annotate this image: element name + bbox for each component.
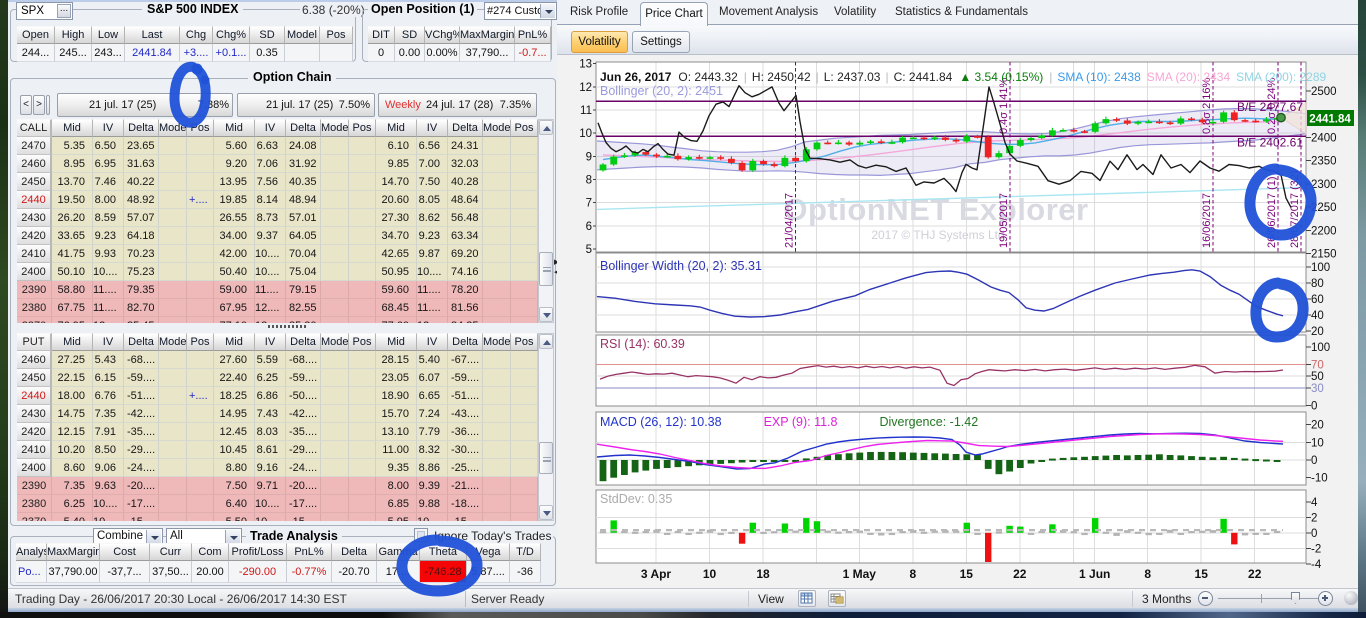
svg-text:18: 18 [756,567,770,581]
svg-text:0: 0 [1311,455,1317,467]
svg-text:30: 30 [1311,383,1324,395]
svg-text:-4: -4 [1311,559,1322,571]
svg-text:4: 4 [1311,497,1318,509]
svg-text:Bollinger (20, 2): 2451: Bollinger (20, 2): 2451 [600,84,723,98]
svg-text:0: 0 [1311,528,1317,540]
svg-text:OptionNET Explorer: OptionNET Explorer [783,192,1088,227]
svg-text:21/04/2017: 21/04/2017 [784,193,796,248]
svg-text:-10: -10 [1311,473,1328,485]
svg-text:0: 0 [1311,401,1317,413]
svg-text:70: 70 [1311,359,1324,371]
svg-text:1 May: 1 May [843,567,877,581]
svg-text:2400: 2400 [1311,132,1337,144]
svg-text:MACD (26, 12): 10.38EXP (9): 1: MACD (26, 12): 10.38EXP (9): 11.8Diverge… [600,415,978,429]
svg-text:26/06/2017 (1): 26/06/2017 (1) [1266,176,1278,248]
svg-text:100: 100 [1311,342,1330,354]
svg-text:StdDev: 0.35: StdDev: 0.35 [600,492,672,506]
svg-text:9: 9 [586,151,592,163]
svg-text:2300: 2300 [1311,179,1337,191]
svg-text:80: 80 [1311,278,1324,290]
svg-text:RSI (14): 60.39: RSI (14): 60.39 [600,337,685,351]
svg-text:1 Jun: 1 Jun [1079,567,1110,581]
svg-text:20: 20 [1311,420,1324,432]
svg-text:2017 © THJ Systems Ltd: 2017 © THJ Systems Ltd [871,228,1004,242]
svg-text:13: 13 [579,59,592,71]
svg-text:100: 100 [1311,262,1330,274]
svg-text:2350: 2350 [1311,156,1337,168]
svg-text:60: 60 [1311,294,1324,306]
svg-text:2: 2 [1311,512,1317,524]
svg-text:19/05/2017: 19/05/2017 [998,193,1010,248]
svg-text:Bollinger Width (20, 2): 35.31: Bollinger Width (20, 2): 35.31 [600,259,762,273]
svg-text:16/06/2017: 16/06/2017 [1201,193,1213,248]
svg-text:22: 22 [1248,567,1262,581]
svg-text:8: 8 [586,175,592,187]
svg-text:Jun 26, 2017O: 2443.32|H: 2450: Jun 26, 2017O: 2443.32|H: 2450.42|L: 243… [600,70,1327,84]
svg-text:3 Apr: 3 Apr [641,567,672,581]
svg-text:10: 10 [703,567,717,581]
svg-text:40: 40 [1311,310,1324,322]
svg-text:7: 7 [586,198,592,210]
svg-text:50: 50 [1311,371,1324,383]
svg-text:-2: -2 [1311,543,1321,555]
svg-text:8: 8 [1144,567,1151,581]
svg-text:2250: 2250 [1311,202,1337,214]
svg-text:10: 10 [1311,437,1324,449]
svg-text:6: 6 [586,221,592,233]
svg-text:0.8σ 2.16%: 0.8σ 2.16% [1201,77,1213,134]
svg-text:15: 15 [960,567,974,581]
svg-text:15: 15 [1195,567,1209,581]
svg-text:2150: 2150 [1311,249,1337,261]
svg-text:11: 11 [580,105,592,117]
svg-text:20: 20 [1311,326,1324,338]
svg-text:8: 8 [909,567,916,581]
svg-text:2441.84: 2441.84 [1309,114,1351,126]
svg-text:10: 10 [579,128,592,140]
svg-text:2500: 2500 [1311,86,1337,98]
svg-text:B/E 2477.67: B/E 2477.67 [1237,100,1303,114]
svg-text:12: 12 [579,82,592,94]
svg-text:5: 5 [586,244,592,256]
svg-text:2200: 2200 [1311,225,1337,237]
svg-text:22: 22 [1013,567,1027,581]
svg-text:B/E 2402.61: B/E 2402.61 [1237,136,1303,150]
svg-text:28/07/2017 (32): 28/07/2017 (32) [1289,170,1301,248]
